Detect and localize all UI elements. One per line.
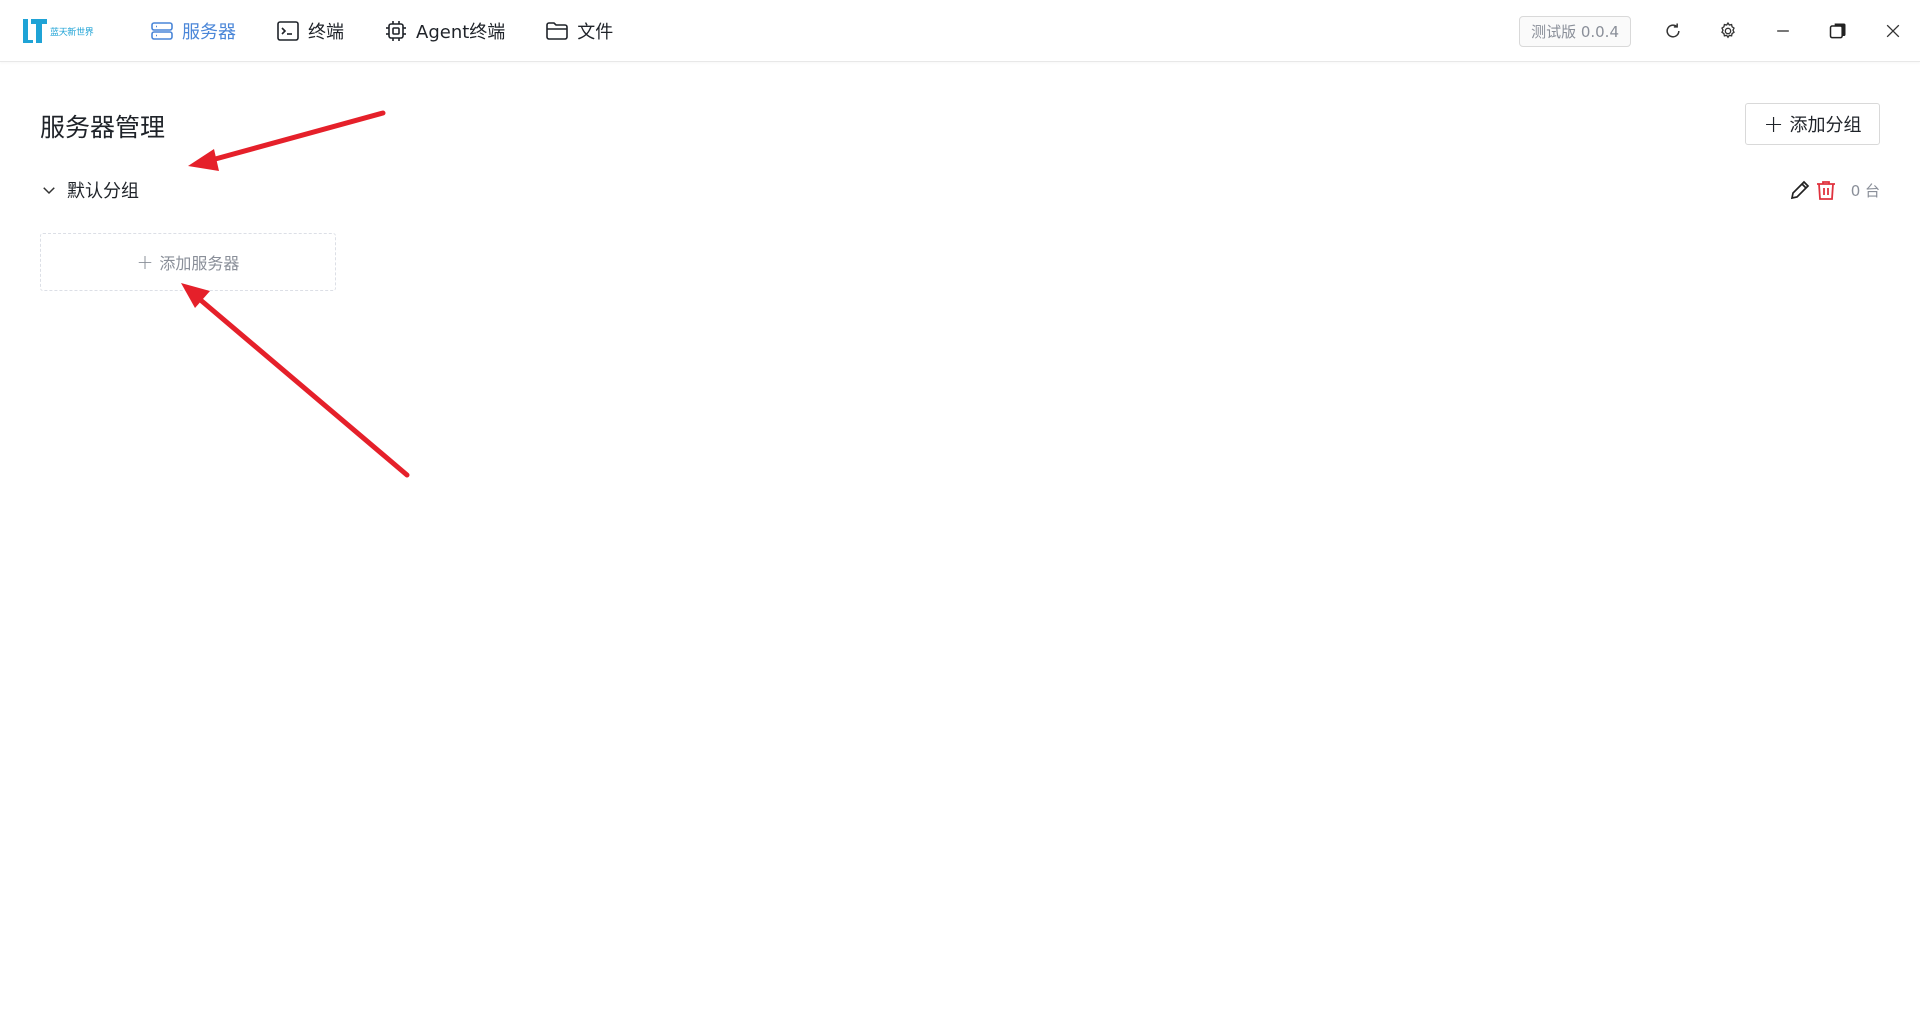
edit-group-button[interactable] bbox=[1787, 177, 1813, 203]
nav-item-agent-terminal[interactable]: Agent终端 bbox=[384, 0, 505, 62]
main-nav: 服务器 终端 Agent终端 文件 bbox=[150, 0, 653, 62]
add-server-button[interactable]: + 添加服务器 bbox=[40, 233, 336, 291]
page-title: 服务器管理 bbox=[40, 113, 166, 142]
close-button[interactable] bbox=[1865, 0, 1920, 62]
pencil-icon bbox=[1790, 180, 1809, 200]
group-name: 默认分组 bbox=[67, 181, 139, 202]
group-actions: 0 台 bbox=[1787, 175, 1880, 205]
add-server-label: 添加服务器 bbox=[159, 254, 240, 273]
plus-icon: + bbox=[136, 250, 154, 274]
top-bar: 蓝天新世界 服务器 终端 Agent终端 文件 测试版 0.0.4 bbox=[0, 0, 1920, 62]
annotation-arrows bbox=[181, 110, 410, 478]
trash-icon bbox=[1816, 181, 1835, 200]
server-icon bbox=[151, 22, 173, 40]
logo-icon bbox=[23, 19, 47, 43]
version-badge: 测试版 0.0.4 bbox=[1519, 15, 1631, 47]
settings-button[interactable] bbox=[1700, 0, 1755, 62]
nav-item-label: Agent终端 bbox=[416, 22, 506, 43]
restore-icon bbox=[1829, 23, 1845, 39]
nav-item-files[interactable]: 文件 bbox=[545, 0, 613, 62]
group-toggle[interactable]: 默认分组 bbox=[40, 175, 139, 205]
refresh-button[interactable] bbox=[1645, 0, 1700, 62]
add-group-label: 添加分组 bbox=[1789, 115, 1862, 136]
arrow-to-add-server bbox=[181, 283, 410, 478]
window-tools: 测试版 0.0.4 bbox=[1519, 0, 1920, 62]
delete-group-button[interactable] bbox=[1813, 177, 1839, 203]
nav-item-label: 服务器 bbox=[182, 22, 236, 43]
nav-item-servers[interactable]: 服务器 bbox=[150, 0, 236, 62]
arrow-to-group bbox=[188, 110, 386, 171]
server-count: 0 台 bbox=[1850, 181, 1880, 200]
app-logo[interactable]: 蓝天新世界 bbox=[22, 17, 98, 45]
chip-icon bbox=[386, 21, 406, 41]
minimize-button[interactable] bbox=[1755, 0, 1810, 62]
gear-icon bbox=[1720, 21, 1735, 39]
refresh-icon bbox=[1665, 23, 1680, 38]
close-icon bbox=[1886, 24, 1899, 38]
terminal-icon bbox=[277, 21, 299, 41]
logo-text: 蓝天新世界 bbox=[50, 27, 94, 38]
nav-item-label: 终端 bbox=[308, 22, 344, 43]
add-group-button[interactable]: + 添加分组 bbox=[1745, 103, 1880, 145]
nav-item-label: 文件 bbox=[577, 22, 614, 43]
minimize-icon bbox=[1776, 30, 1789, 32]
folder-icon bbox=[546, 22, 569, 40]
chevron-down-icon bbox=[43, 187, 55, 195]
nav-item-terminal[interactable]: 终端 bbox=[276, 0, 344, 62]
group-header: 默认分组 0 台 bbox=[40, 175, 1880, 205]
plus-icon: + bbox=[1763, 110, 1784, 138]
restore-button[interactable] bbox=[1810, 0, 1865, 62]
